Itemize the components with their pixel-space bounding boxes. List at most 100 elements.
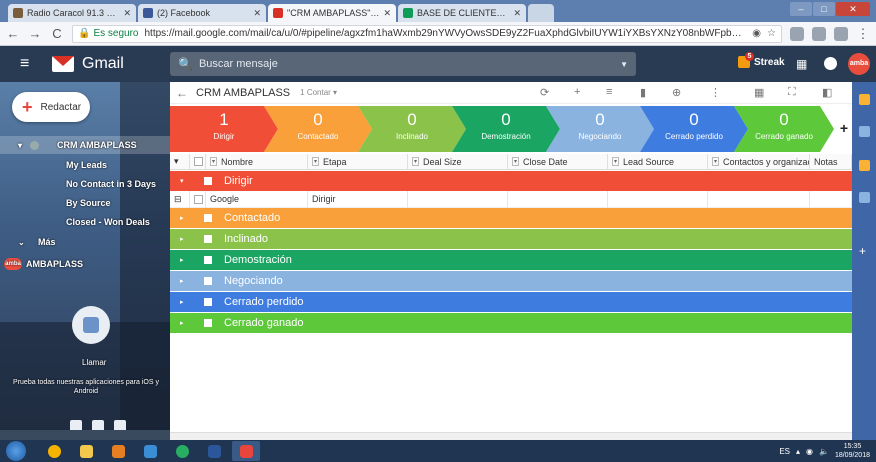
checkbox[interactable] xyxy=(204,214,212,222)
group-row-demostracion[interactable]: ▸ Demostración xyxy=(170,250,852,270)
checkbox[interactable] xyxy=(204,177,212,185)
checkbox[interactable] xyxy=(204,319,212,327)
star-icon[interactable]: ☆ xyxy=(767,28,776,39)
compose-button[interactable]: + Redactar xyxy=(12,92,90,122)
close-icon[interactable]: ✕ xyxy=(123,8,131,19)
cell-lead-source[interactable] xyxy=(608,190,708,208)
extension-icon[interactable] xyxy=(834,26,848,41)
grid-view-icon[interactable]: ▦ xyxy=(754,86,764,99)
language-indicator[interactable]: ES xyxy=(779,447,790,456)
expand-arrow-icon[interactable]: ▸ xyxy=(180,298,192,306)
cell-deal-size[interactable] xyxy=(408,190,508,208)
checkbox[interactable] xyxy=(204,277,212,285)
network-icon[interactable]: ◉ xyxy=(806,447,813,456)
cell-contacts[interactable] xyxy=(708,190,810,208)
count-dropdown[interactable]: 1 Contar ▾ xyxy=(300,88,337,97)
search-icon[interactable]: 🔍 xyxy=(178,57,193,71)
stage-dirigir[interactable]: 1 Dirigir xyxy=(170,106,278,152)
expand-arrow-icon[interactable]: ▸ xyxy=(180,319,192,327)
column-header[interactable]: ▾ Close Date xyxy=(508,153,608,170)
group-row-dirigir[interactable]: ▾ Dirigir xyxy=(170,171,852,191)
column-header[interactable]: ▾ Deal Size xyxy=(408,153,508,170)
stage-demostracion[interactable]: 0 Demostración xyxy=(452,106,560,152)
nav-view-item[interactable]: By Source xyxy=(0,194,170,212)
taskbar-chrome[interactable] xyxy=(40,441,68,461)
stage-contactado[interactable]: 0 Contactado xyxy=(264,106,372,152)
checkbox[interactable] xyxy=(194,194,203,204)
call-button[interactable] xyxy=(72,306,110,344)
side-panel-icon[interactable]: ◧ xyxy=(822,86,832,99)
group-row-inclinado[interactable]: ▸ Inclinado xyxy=(170,229,852,249)
taskbar-explorer[interactable] xyxy=(72,441,100,461)
stage-negociando[interactable]: 0 Negociando xyxy=(546,106,654,152)
checkbox[interactable] xyxy=(204,235,212,243)
keep-icon[interactable] xyxy=(859,94,870,105)
extension-icon[interactable] xyxy=(812,26,826,41)
nav-more[interactable]: ⌄ Más xyxy=(0,233,170,251)
nav-view-item[interactable]: No Contact in 3 Days xyxy=(0,175,170,193)
select-all-checkbox[interactable] xyxy=(190,153,206,170)
horizontal-scrollbar[interactable] xyxy=(170,432,852,440)
taskbar-presenter[interactable] xyxy=(232,441,260,461)
browser-tab-radio[interactable]: Radio Caracol 91.3 Fm A ✕ xyxy=(8,4,136,22)
fullscreen-icon[interactable]: ⛶ xyxy=(788,86,796,99)
taskbar-photos[interactable] xyxy=(136,441,164,461)
column-menu-icon[interactable]: ▾ xyxy=(512,157,520,166)
url-field[interactable]: 🔒 Es seguro https://mail.google.com/mail… xyxy=(72,24,782,43)
promo-text[interactable]: Prueba todas nuestras aplicaciones para … xyxy=(6,378,166,396)
row-checkbox[interactable] xyxy=(190,190,206,208)
nav-view-item[interactable]: My Leads xyxy=(0,156,170,174)
cell-name[interactable]: Google xyxy=(206,190,308,208)
apps-grid-icon[interactable]: ▦ xyxy=(796,57,807,71)
refresh-icon[interactable]: ⟳ xyxy=(540,86,549,99)
menu-icon[interactable]: ≡ xyxy=(20,55,38,73)
nav-account[interactable]: amba AMBAPLASS xyxy=(0,255,170,273)
close-icon[interactable]: ✕ xyxy=(513,8,521,19)
checkbox[interactable] xyxy=(204,256,212,264)
browser-tab-gmail[interactable]: "CRM AMBAPLASS" - ami ✕ xyxy=(268,4,396,22)
gmail-logo[interactable]: Gmail xyxy=(52,55,124,73)
column-header[interactable]: ▾ Nombre xyxy=(206,153,308,170)
column-menu-icon[interactable]: ▾ xyxy=(210,157,218,166)
group-row-contactado[interactable]: ▸ Contactado xyxy=(170,208,852,228)
notifications-icon[interactable] xyxy=(824,57,837,70)
close-icon[interactable]: ✕ xyxy=(383,8,391,19)
browser-tab-facebook[interactable]: (2) Facebook ✕ xyxy=(138,4,266,22)
checkbox[interactable] xyxy=(204,298,212,306)
back-arrow-icon[interactable]: ← xyxy=(6,26,20,41)
new-tab-button[interactable] xyxy=(528,4,554,22)
volume-icon[interactable]: 🔈 xyxy=(819,447,829,456)
group-row-cerrado-ganado[interactable]: ▸ Cerrado ganado xyxy=(170,313,852,333)
expand-arrow-icon[interactable]: ▸ xyxy=(180,235,192,243)
cell-close-date[interactable] xyxy=(508,190,608,208)
add-stage-icon[interactable]: + xyxy=(840,120,848,136)
collapse-arrow-icon[interactable]: ▾ xyxy=(18,141,30,150)
extension-icon[interactable] xyxy=(790,26,804,41)
tasks-icon[interactable] xyxy=(859,160,870,171)
search-bar[interactable]: 🔍 ▼ xyxy=(170,52,636,76)
stage-cerrado-ganado[interactable]: 0 Cerrado ganado xyxy=(734,106,834,152)
filter-icon[interactable]: ≡ xyxy=(606,86,612,98)
add-addon-icon[interactable]: + xyxy=(859,245,870,257)
contacts-icon[interactable] xyxy=(70,420,82,430)
forward-arrow-icon[interactable]: → xyxy=(28,26,42,41)
maximize-button[interactable]: □ xyxy=(813,2,835,16)
windows-start-icon[interactable] xyxy=(6,441,26,461)
column-menu-icon[interactable]: ▾ xyxy=(612,157,620,166)
checkbox[interactable] xyxy=(194,157,203,166)
search-options-icon[interactable]: ▼ xyxy=(620,60,628,69)
taskbar-word[interactable] xyxy=(200,441,228,461)
column-menu-icon[interactable]: ▾ xyxy=(412,157,420,166)
taskbar-app[interactable] xyxy=(168,441,196,461)
clock[interactable]: 15:35 18/09/2018 xyxy=(835,442,870,460)
select-menu-icon[interactable]: ▾ xyxy=(170,153,190,170)
tray-arrow-icon[interactable]: ▴ xyxy=(796,447,800,456)
column-menu-icon[interactable]: ▾ xyxy=(312,157,320,166)
add-icon[interactable]: + xyxy=(574,86,580,98)
expand-row-icon[interactable]: ⊟ xyxy=(170,190,190,208)
cell-stage[interactable]: Dirigir xyxy=(308,190,408,208)
calendar-icon[interactable] xyxy=(859,126,870,137)
column-header[interactable]: ▾ Lead Source xyxy=(608,153,708,170)
expand-arrow-icon[interactable]: ▸ xyxy=(180,256,192,264)
expand-arrow-icon[interactable]: ▸ xyxy=(180,277,192,285)
